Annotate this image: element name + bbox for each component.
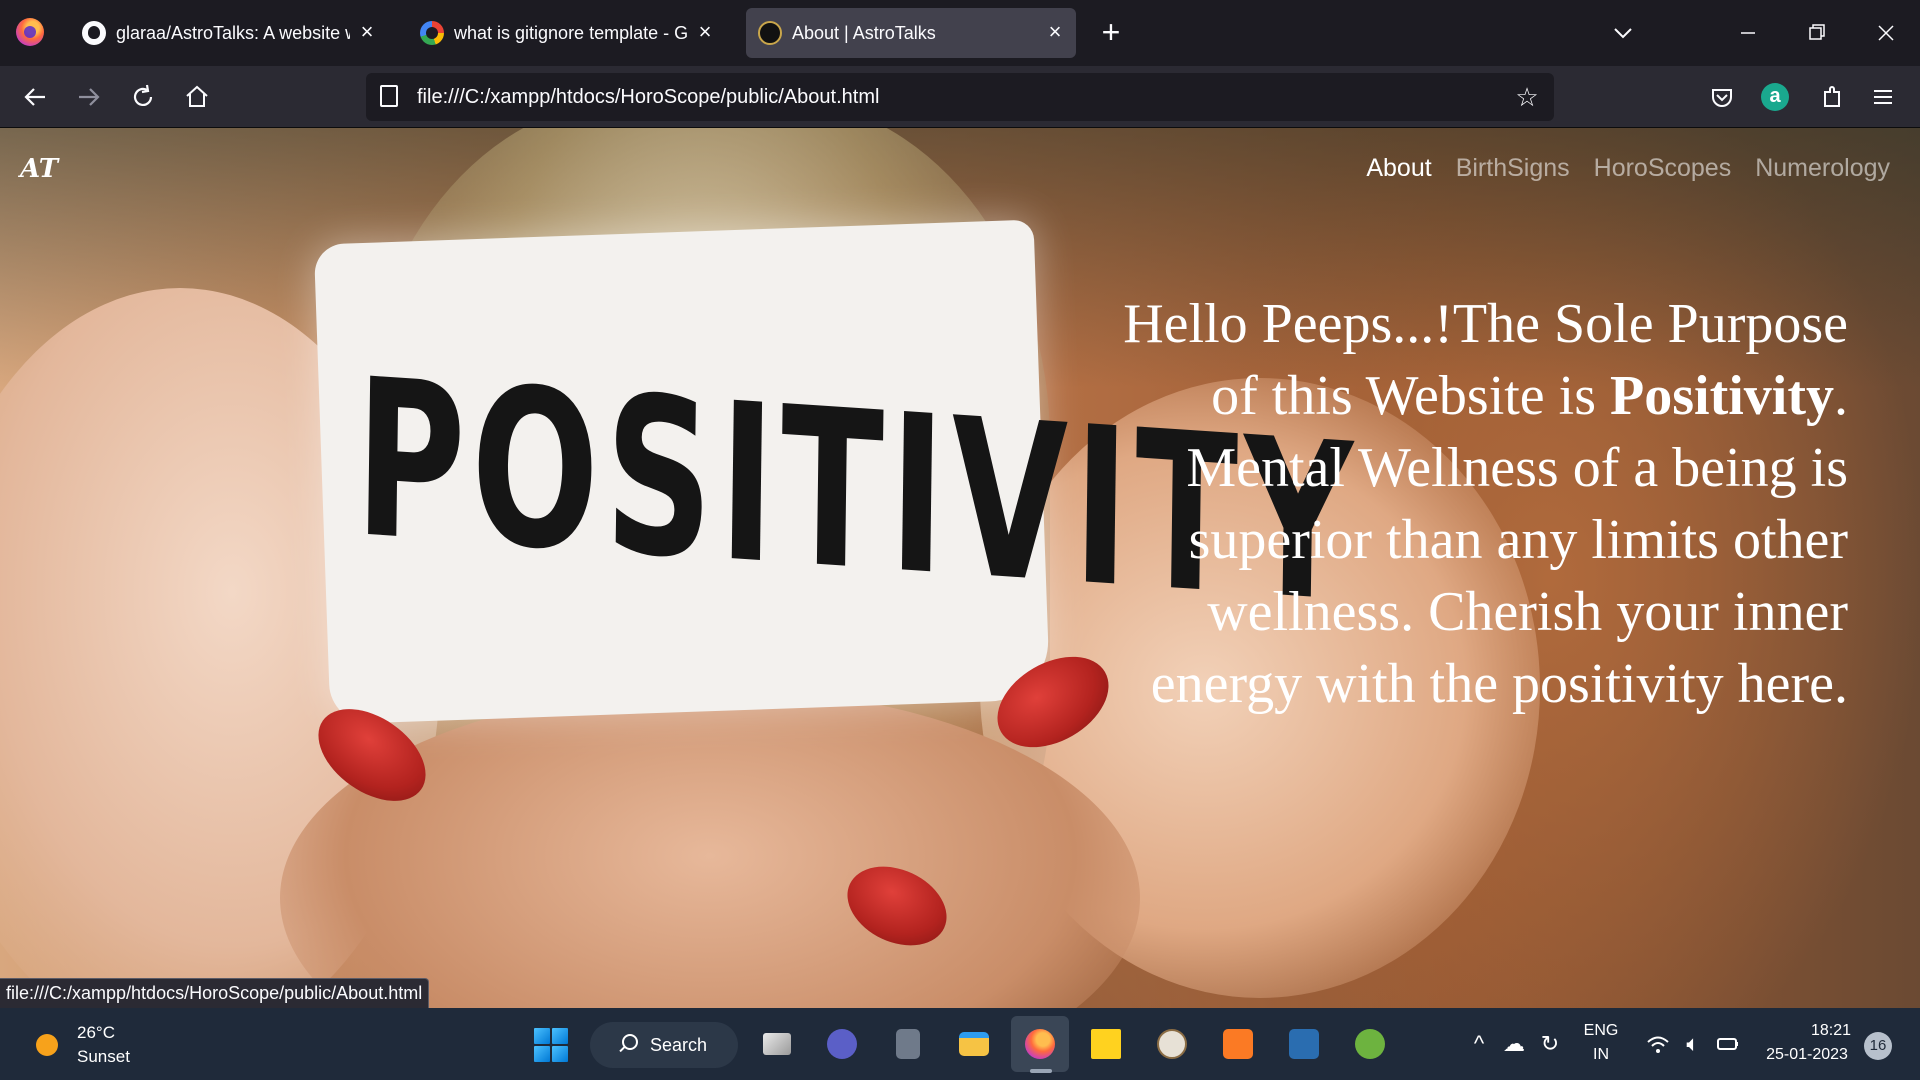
volume-icon[interactable]: 🔈︎ — [1680, 1032, 1706, 1056]
active-app-indicator — [1030, 1069, 1052, 1073]
weather-icon[interactable] — [28, 1030, 64, 1060]
page-icon — [380, 85, 398, 107]
bookmark-star-icon[interactable]: ☆ — [1512, 82, 1542, 112]
spring-tool-icon[interactable] — [1350, 1024, 1390, 1064]
nav-link-horoscopes[interactable]: HoroScopes — [1594, 154, 1732, 183]
weather-temperature[interactable]: 26°C — [77, 1023, 115, 1043]
nav-link-about[interactable]: About — [1366, 154, 1431, 183]
clock-date[interactable]: 25-01-2023 — [1758, 1046, 1856, 1064]
pocket-icon[interactable] — [1705, 80, 1739, 114]
wifi-icon[interactable] — [1645, 1032, 1671, 1056]
menu-icon[interactable] — [1866, 80, 1900, 114]
close-icon[interactable]: × — [694, 21, 716, 43]
tab-title: About | AstroTalks — [792, 23, 936, 43]
firefox-taskbar-icon[interactable] — [1011, 1016, 1069, 1072]
battery-icon[interactable] — [1715, 1032, 1741, 1056]
search-label: Search — [650, 1035, 708, 1055]
search-icon — [622, 1034, 638, 1050]
tab-bar: glaraa/AstroTalks: A website wh × what i… — [0, 0, 1920, 66]
nav-link-birthsigns[interactable]: BirthSigns — [1456, 154, 1570, 183]
chevron-up-icon[interactable]: ^ — [1466, 1032, 1492, 1056]
tab-title: glaraa/AstroTalks: A website wh — [116, 23, 350, 43]
back-icon[interactable] — [18, 80, 52, 114]
app-icon[interactable] — [1152, 1024, 1192, 1064]
url-text[interactable]: file:///C:/xampp/htdocs/HoroScope/public… — [417, 86, 879, 108]
site-nav: About BirthSigns HoroScopes Numerology — [1366, 154, 1890, 183]
close-icon[interactable]: × — [356, 21, 378, 43]
xampp-icon[interactable] — [1218, 1024, 1258, 1064]
google-icon — [420, 21, 444, 45]
taskbar: 26°C Sunset Search ^ ☁ ↻ ENG IN � — [0, 1008, 1920, 1080]
home-icon[interactable] — [180, 80, 214, 114]
tab-google[interactable]: what is gitignore template - Goo × — [408, 8, 726, 58]
notification-badge[interactable]: 16 — [1864, 1032, 1892, 1060]
tab-github[interactable]: glaraa/AstroTalks: A website wh × — [70, 8, 388, 58]
mysql-workbench-icon[interactable] — [1284, 1024, 1324, 1064]
forward-icon[interactable] — [72, 80, 106, 114]
new-tab-button[interactable]: + — [1096, 16, 1126, 48]
chat-icon[interactable] — [822, 1024, 862, 1064]
firefox-icon[interactable] — [16, 18, 44, 46]
jar-label: POSITIVITY — [313, 219, 1360, 725]
tab-title: what is gitignore template - Goo — [454, 23, 688, 43]
close-icon[interactable]: × — [1044, 21, 1066, 43]
minimize-icon[interactable] — [1733, 18, 1763, 48]
hero-text-emphasis: Positivity — [1610, 365, 1834, 427]
github-icon — [82, 21, 106, 45]
profile-avatar[interactable]: a — [1761, 83, 1789, 111]
astrotalks-icon — [758, 21, 782, 45]
file-explorer-icon[interactable] — [954, 1024, 994, 1064]
sun-icon — [36, 1034, 58, 1056]
language-code[interactable]: ENG — [1580, 1022, 1622, 1040]
reload-icon[interactable] — [126, 80, 160, 114]
navigation-toolbar: file:///C:/xampp/htdocs/HoroScope/public… — [0, 66, 1920, 128]
language-region[interactable]: IN — [1580, 1046, 1622, 1064]
page-viewport: POSITIVITY AT About BirthSigns HoroScope… — [0, 128, 1920, 1008]
extensions-icon[interactable] — [1815, 80, 1849, 114]
window-close-icon[interactable] — [1871, 18, 1901, 48]
clock-time[interactable]: 18:21 — [1806, 1022, 1856, 1040]
weather-description[interactable]: Sunset — [77, 1047, 130, 1067]
sync-icon[interactable]: ↻ — [1537, 1032, 1563, 1056]
status-link-preview: file:///C:/xampp/htdocs/HoroScope/public… — [0, 978, 430, 1008]
address-bar[interactable]: file:///C:/xampp/htdocs/HoroScope/public… — [366, 73, 1554, 121]
chevron-down-icon[interactable] — [1610, 20, 1636, 46]
onedrive-icon[interactable]: ☁ — [1501, 1032, 1527, 1056]
nav-link-numerology[interactable]: Numerology — [1755, 154, 1890, 183]
task-view-icon[interactable] — [757, 1024, 797, 1064]
taskbar-search-button[interactable]: Search — [590, 1022, 738, 1068]
windows-start-icon[interactable] — [534, 1028, 568, 1062]
site-logo[interactable]: AT — [20, 154, 58, 184]
sticky-notes-icon[interactable] — [1086, 1024, 1126, 1064]
tab-about-astrotalks[interactable]: About | AstroTalks × — [746, 8, 1076, 58]
jar-label-text: POSITIVITY — [353, 333, 1360, 652]
restore-icon[interactable] — [1802, 18, 1832, 48]
calculator-icon[interactable] — [888, 1024, 928, 1064]
hero-text: Hello Peeps...!The Sole Purpose of this … — [1070, 288, 1848, 720]
